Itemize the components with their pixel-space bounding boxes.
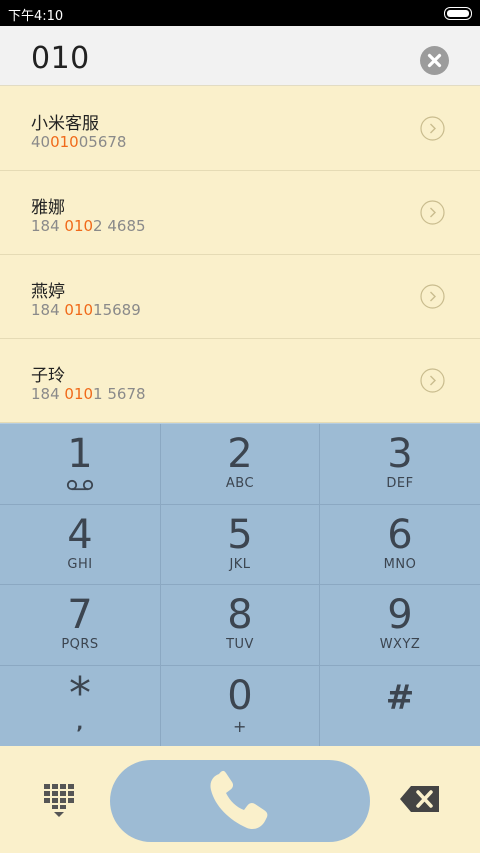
key-digit: 4 (67, 512, 93, 558)
key-digit: 3 (387, 431, 413, 477)
key-0[interactable]: 0 + (160, 665, 320, 746)
key-digit: 6 (387, 512, 413, 558)
key-2[interactable]: 2 ABC (160, 423, 320, 504)
key-letters: WXYZ (379, 637, 421, 652)
key-1[interactable]: 1 (0, 423, 160, 504)
key-letters: + (233, 717, 247, 736)
contact-name: 小米客服 (31, 114, 99, 134)
chevron-right-circle-icon[interactable] (420, 116, 445, 141)
key-star[interactable]: * , (0, 665, 160, 746)
key-3[interactable]: 3 DEF (320, 423, 480, 504)
key-letters: PQRS (61, 637, 99, 652)
key-digit: * (69, 668, 91, 719)
clear-button[interactable] (420, 46, 449, 75)
battery-icon (444, 7, 472, 20)
dialed-number: 010 (31, 41, 90, 76)
clear-x-icon (427, 53, 442, 68)
contact-name: 燕婷 (31, 282, 65, 302)
key-digit: # (385, 678, 415, 718)
call-button[interactable] (110, 760, 370, 842)
key-digit: 0 (227, 673, 253, 719)
chevron-right-circle-icon[interactable] (420, 368, 445, 393)
contact-number: 4001005678 (31, 133, 127, 151)
key-letters: GHI (67, 557, 93, 572)
key-4[interactable]: 4 GHI (0, 504, 160, 585)
key-digit: 9 (387, 592, 413, 638)
key-7[interactable]: 7 PQRS (0, 584, 160, 665)
number-match-highlight: 010 (64, 301, 94, 319)
status-time: 下午4:10 (8, 9, 64, 24)
dialpad-toggle-icon[interactable] (40, 782, 78, 820)
number-match-highlight: 010 (50, 133, 79, 151)
key-digit: 7 (67, 592, 93, 638)
contact-number: 184 0101 5678 (31, 385, 146, 403)
key-9[interactable]: 9 WXYZ (320, 584, 480, 665)
contact-number: 184 01015689 (31, 301, 141, 319)
dial-keypad: 1 2 ABC 3 DEF 4 GHI 5 JKL 6 MNO 7 PQRS 8… (0, 423, 480, 746)
key-letters: TUV (226, 637, 254, 652)
contact-row[interactable]: 雅娜 184 0102 4685 (0, 171, 480, 255)
key-hash[interactable]: # (320, 665, 480, 746)
key-digit: 1 (67, 431, 93, 477)
key-letters: DEF (386, 476, 414, 491)
key-5[interactable]: 5 JKL (160, 504, 320, 585)
key-digit: 2 (227, 431, 253, 477)
number-match-highlight: 010 (64, 385, 94, 403)
status-bar: 下午4:10 (0, 0, 480, 26)
contact-name: 子玲 (31, 366, 65, 386)
key-letters: , (76, 713, 84, 734)
key-letters: MNO (383, 557, 417, 572)
backspace-icon[interactable] (399, 784, 441, 814)
contact-name: 雅娜 (31, 198, 65, 218)
key-8[interactable]: 8 TUV (160, 584, 320, 665)
chevron-right-circle-icon[interactable] (420, 284, 445, 309)
voicemail-icon (66, 479, 94, 491)
contact-row[interactable]: 小米客服 4001005678 (0, 87, 480, 171)
key-digit: 5 (227, 512, 253, 558)
phone-handset-icon (210, 770, 268, 830)
contact-number: 184 0102 4685 (31, 217, 146, 235)
number-match-highlight: 010 (64, 217, 94, 235)
key-letters: JKL (229, 557, 251, 572)
contact-row[interactable]: 子玲 184 0101 5678 (0, 339, 480, 423)
key-digit: 8 (227, 592, 253, 638)
bottom-action-bar (0, 746, 480, 853)
key-6[interactable]: 6 MNO (320, 504, 480, 585)
chevron-right-circle-icon[interactable] (420, 200, 445, 225)
contact-row[interactable]: 燕婷 184 01015689 (0, 255, 480, 339)
dial-number-bar: 010 (0, 26, 480, 86)
contact-match-list: 小米客服 4001005678 雅娜 184 0102 4685 燕婷 184 … (0, 87, 480, 423)
key-letters: ABC (225, 476, 255, 491)
